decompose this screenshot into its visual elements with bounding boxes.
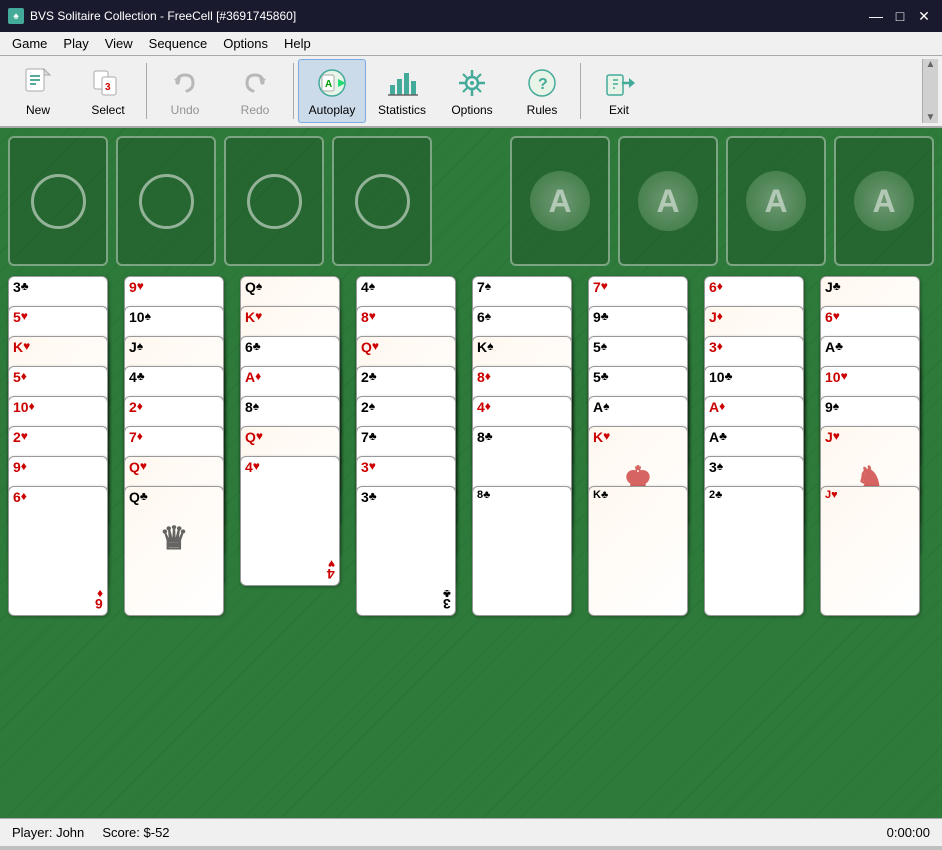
player-label: Player: John bbox=[12, 825, 84, 840]
column-1: 3♣3♣ 5♥5♥ K♥👑 5♦5♦ 10♦10♦ 2♥2♥ 9♦9♦ 6♦6♦ bbox=[8, 276, 116, 646]
statistics-icon bbox=[384, 65, 420, 101]
minimize-button[interactable]: — bbox=[866, 6, 886, 26]
undo-icon bbox=[167, 65, 203, 101]
undo-button[interactable]: Undo bbox=[151, 59, 219, 123]
menu-help[interactable]: Help bbox=[276, 34, 319, 53]
statistics-label: Statistics bbox=[378, 103, 426, 117]
menu-bar: Game Play View Sequence Options Help bbox=[0, 32, 942, 56]
column-8: J♣♞ 6♥6♥ A♣A♣ 10♥10♥ 9♠9♠ J♥♞ J♥ bbox=[820, 276, 928, 646]
status-bar: Player: John Score: $-52 0:00:00 bbox=[0, 818, 942, 846]
svg-text:3: 3 bbox=[105, 82, 111, 93]
column-2: 9♥9♥ 10♠10♠ J♠🂫 4♣4♣ 2♦2♦ 7♦7♦ Q♥♛ Q♣♛ bbox=[124, 276, 232, 646]
score-label: Score: $-52 bbox=[102, 825, 169, 840]
foundations: A A A A bbox=[510, 136, 934, 266]
foundation-spades[interactable]: A bbox=[510, 136, 610, 266]
card-4h[interactable]: 4♥4♥ bbox=[240, 456, 340, 586]
player-info: Player: John Score: $-52 bbox=[12, 825, 170, 840]
free-cell-1-circle bbox=[31, 174, 86, 229]
menu-sequence[interactable]: Sequence bbox=[141, 34, 216, 53]
select-icon: 3 bbox=[90, 65, 126, 101]
foundation-diamonds-label: A bbox=[746, 171, 806, 231]
statistics-button[interactable]: Statistics bbox=[368, 59, 436, 123]
redo-icon bbox=[237, 65, 273, 101]
column-5: 7♠7♠ 6♠6♠ K♠♚ 8♦8♦ 4♦4♦ 8♣8♣ 8♣ bbox=[472, 276, 580, 646]
undo-label: Undo bbox=[171, 103, 200, 117]
exit-button[interactable]: Exit bbox=[585, 59, 653, 123]
menu-options[interactable]: Options bbox=[215, 34, 276, 53]
maximize-button[interactable]: □ bbox=[890, 6, 910, 26]
free-cells bbox=[8, 136, 432, 266]
game-area: A A A A 3♣3♣ 5♥5♥ K♥👑 5♦5♦ 10♦10♦ 2♥2♥ 9… bbox=[0, 128, 942, 818]
new-icon bbox=[20, 65, 56, 101]
title-bar-left: ♠ BVS Solitaire Collection - FreeCell [#… bbox=[8, 8, 296, 24]
column-4: 4♠4♠ 8♥8♥ Q♥♛ 2♣2♣ 2♠2♠ 7♣7♣ 3♥3♥ 3♣3♣ bbox=[356, 276, 464, 646]
foundation-hearts-label: A bbox=[638, 171, 698, 231]
toolbar-sep-1 bbox=[146, 63, 147, 119]
card-Jh-8[interactable]: J♥ bbox=[820, 486, 920, 616]
options-button[interactable]: Options bbox=[438, 59, 506, 123]
toolbar-sep-3 bbox=[580, 63, 581, 119]
redo-label: Redo bbox=[241, 103, 270, 117]
new-label: New bbox=[26, 103, 50, 117]
card-6d-1[interactable]: 6♦6♦ bbox=[8, 486, 108, 616]
card-Qc[interactable]: Q♣♛ bbox=[124, 486, 224, 616]
card-8c-5b[interactable]: 8♣ bbox=[472, 486, 572, 616]
free-cell-2[interactable] bbox=[116, 136, 216, 266]
options-icon bbox=[454, 65, 490, 101]
free-cell-4-circle bbox=[355, 174, 410, 229]
timer: 0:00:00 bbox=[887, 825, 930, 840]
rules-button[interactable]: ? Rules bbox=[508, 59, 576, 123]
free-cell-4[interactable] bbox=[332, 136, 432, 266]
svg-text:?: ? bbox=[538, 76, 548, 93]
free-cell-3[interactable] bbox=[224, 136, 324, 266]
card-2c-7[interactable]: 2♣ bbox=[704, 486, 804, 616]
top-row: A A A A bbox=[8, 136, 934, 266]
options-label: Options bbox=[451, 103, 492, 117]
app-icon: ♠ bbox=[8, 8, 24, 24]
foundation-clubs-label: A bbox=[854, 171, 914, 231]
autoplay-label: Autoplay bbox=[309, 103, 356, 117]
free-cell-2-circle bbox=[139, 174, 194, 229]
exit-label: Exit bbox=[609, 103, 629, 117]
column-6: 7♥7♥ 9♣9♣ 5♠5♠ 5♣5♣ A♠A♠ K♥♚ K♣ bbox=[588, 276, 696, 646]
toolbar: New 3 Select Undo Re bbox=[0, 56, 942, 128]
column-7: 6♦6♦ J♦♞ 3♦3♦ 10♣10♣ A♦A♦ A♣A♣ 3♠3♠ 2♣ bbox=[704, 276, 812, 646]
menu-game[interactable]: Game bbox=[4, 34, 55, 53]
toolbar-sep-2 bbox=[293, 63, 294, 119]
title-bar-controls: — □ ✕ bbox=[866, 6, 934, 26]
svg-text:A: A bbox=[325, 79, 332, 90]
rules-icon: ? bbox=[524, 65, 560, 101]
close-button[interactable]: ✕ bbox=[914, 6, 934, 26]
card-Kc[interactable]: K♣ bbox=[588, 486, 688, 616]
foundation-clubs[interactable]: A bbox=[834, 136, 934, 266]
menu-view[interactable]: View bbox=[97, 34, 141, 53]
foundation-hearts[interactable]: A bbox=[618, 136, 718, 266]
autoplay-icon: A bbox=[314, 65, 350, 101]
foundation-spades-label: A bbox=[530, 171, 590, 231]
redo-button[interactable]: Redo bbox=[221, 59, 289, 123]
menu-play[interactable]: Play bbox=[55, 34, 96, 53]
rules-label: Rules bbox=[527, 103, 558, 117]
card-3c-4[interactable]: 3♣3♣ bbox=[356, 486, 456, 616]
free-cell-1[interactable] bbox=[8, 136, 108, 266]
toolbar-scrollbar[interactable]: ▲ ▼ bbox=[922, 59, 938, 123]
foundation-diamonds[interactable]: A bbox=[726, 136, 826, 266]
new-button[interactable]: New bbox=[4, 59, 72, 123]
title-bar: ♠ BVS Solitaire Collection - FreeCell [#… bbox=[0, 0, 942, 32]
free-cell-3-circle bbox=[247, 174, 302, 229]
select-button[interactable]: 3 Select bbox=[74, 59, 142, 123]
exit-icon bbox=[601, 65, 637, 101]
select-label: Select bbox=[91, 103, 124, 117]
autoplay-button[interactable]: A Autoplay bbox=[298, 59, 366, 123]
column-3: Q♠♛ K♥♚ 6♣6♣ A♦A♦ 8♠8♠ Q♥♛ 4♥4♥ bbox=[240, 276, 348, 646]
window-title: BVS Solitaire Collection - FreeCell [#36… bbox=[30, 9, 296, 23]
columns-area: 3♣3♣ 5♥5♥ K♥👑 5♦5♦ 10♦10♦ 2♥2♥ 9♦9♦ 6♦6♦… bbox=[8, 276, 934, 646]
